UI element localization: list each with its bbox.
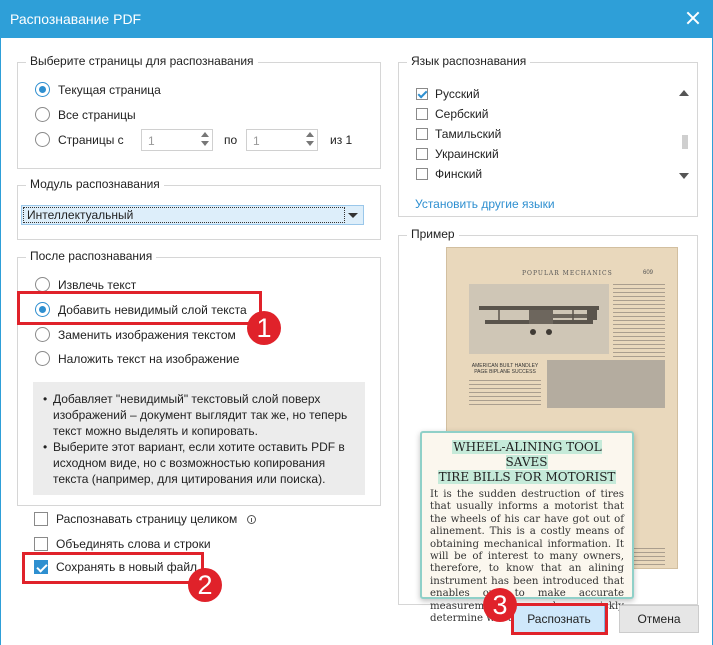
pages-group: Выберите страницы для распознавания Теку… (17, 54, 381, 169)
current-page-option[interactable]: Текущая страница (35, 82, 161, 97)
whole-page-option[interactable]: Распознавать страницу целиком (34, 512, 257, 526)
language-item-tamil[interactable]: Тамильский (416, 127, 501, 141)
page-number: 609 (643, 270, 654, 276)
merge-words-checkbox[interactable] (34, 537, 48, 551)
description-item: Добавляет "невидимый" текстовый слой пов… (43, 391, 355, 439)
install-languages-link[interactable]: Установить другие языки (415, 197, 555, 211)
window-title: Распознавание PDF (10, 11, 142, 27)
extract-text-option[interactable]: Извлечь текст (35, 277, 136, 292)
magnified-text-preview: WHEEL-ALINING TOOL SAVES TIRE BILLS FOR … (420, 431, 634, 624)
cancel-button[interactable]: Отмена (619, 605, 699, 633)
page-range-label: Страницы с (58, 132, 124, 147)
all-pages-option[interactable]: Все страницы (35, 107, 136, 122)
annotation-badge-3: 3 (483, 588, 517, 622)
all-pages-label: Все страницы (58, 107, 136, 122)
overlay-text-label: Наложить текст на изображение (58, 351, 240, 366)
info-icon[interactable] (247, 514, 257, 524)
dialog-body: Выберите страницы для распознавания Теку… (0, 38, 713, 645)
overlay-text-radio[interactable] (35, 351, 50, 366)
page-to-value: 1 (253, 134, 260, 148)
example-legend: Пример (407, 227, 459, 241)
language-checkbox[interactable] (416, 128, 428, 140)
language-label: Русский (435, 87, 480, 101)
running-head: POPULAR MECHANICS (522, 270, 613, 277)
language-checkbox[interactable] (416, 148, 428, 160)
module-legend: Модуль распознавания (26, 177, 164, 191)
whole-page-label: Распознавать страницу целиком (56, 512, 238, 526)
replace-images-label: Заменить изображения текстом (58, 327, 236, 342)
module-select[interactable]: Интеллектуальный (21, 205, 364, 225)
after-legend: После распознавания (26, 249, 157, 263)
page-from-value: 1 (148, 134, 155, 148)
zoom-heading-line-1: WHEEL-ALINING TOOL SAVES (452, 440, 602, 469)
language-item-ukrainian[interactable]: Украинский (416, 147, 499, 161)
invisible-layer-label: Добавить невидимый слой текста (58, 302, 247, 317)
all-pages-radio[interactable] (35, 107, 50, 122)
stepper-down-icon[interactable] (201, 141, 209, 146)
description-box: Добавляет "невидимый" текстовый слой пов… (33, 382, 365, 495)
language-label: Украинский (435, 147, 499, 161)
zoom-heading-line-2: TIRE BILLS FOR MOTORIST (437, 470, 617, 484)
replace-images-radio[interactable] (35, 327, 50, 342)
close-icon[interactable] (683, 8, 703, 28)
biplane-icon (479, 306, 599, 335)
text-column (613, 284, 665, 364)
annotation-badge-1: 1 (247, 311, 281, 345)
stepper-up-icon[interactable] (201, 132, 209, 137)
chevron-down-icon[interactable] (348, 213, 358, 218)
save-new-file-option[interactable]: Сохранять в новый файл (34, 560, 197, 574)
scrollbar-thumb[interactable] (682, 135, 688, 149)
page-total-label: из 1 (330, 133, 353, 147)
save-new-file-checkbox[interactable] (34, 560, 48, 574)
language-label: Финский (435, 167, 483, 181)
replace-images-option[interactable]: Заменить изображения текстом (35, 327, 236, 342)
language-group: Язык распознавания Русский Сербский Тами… (398, 54, 698, 217)
language-label: Тамильский (435, 127, 502, 141)
page-to-label: по (224, 133, 238, 147)
language-item-russian[interactable]: Русский (416, 87, 480, 101)
aircraft-photo (547, 360, 665, 408)
page-to-stepper[interactable]: 1 (246, 129, 318, 151)
extract-text-label: Извлечь текст (58, 277, 137, 292)
language-legend: Язык распознавания (407, 54, 531, 68)
stepper-up-icon[interactable] (306, 132, 314, 137)
title-bar: Распознавание PDF (0, 0, 713, 38)
text-column (469, 380, 541, 408)
scroll-up-icon[interactable] (679, 90, 689, 96)
language-item-finnish[interactable]: Финский (416, 167, 482, 181)
save-new-file-label: Сохранять в новый файл (56, 560, 198, 574)
current-page-radio[interactable] (35, 82, 50, 97)
merge-words-option[interactable]: Объединять слова и строки (34, 537, 211, 551)
page-range-radio[interactable] (35, 132, 50, 147)
module-select-value: Интеллектуальный (23, 207, 345, 223)
invisible-layer-radio[interactable] (35, 302, 50, 317)
annotation-badge-2: 2 (188, 568, 222, 602)
extract-text-radio[interactable] (35, 277, 50, 292)
overlay-text-option[interactable]: Наложить текст на изображение (35, 351, 239, 366)
whole-page-checkbox[interactable] (34, 512, 48, 526)
page-range-option[interactable]: Страницы с (35, 132, 124, 147)
language-checkbox[interactable] (416, 168, 428, 180)
language-checkbox[interactable] (416, 88, 428, 100)
photo-caption: AMERICAN BUILT HANDLEY PAGE BIPLANE SUCC… (471, 363, 539, 375)
biplane-photo (469, 284, 609, 354)
recognize-button[interactable]: Распознать (513, 605, 605, 633)
language-checkbox[interactable] (416, 108, 428, 120)
pages-legend: Выберите страницы для распознавания (26, 54, 258, 68)
current-page-label: Текущая страница (58, 82, 161, 97)
page-from-stepper[interactable]: 1 (141, 129, 213, 151)
language-label: Сербский (435, 107, 489, 121)
stepper-down-icon[interactable] (306, 141, 314, 146)
invisible-layer-option[interactable]: Добавить невидимый слой текста (35, 302, 247, 317)
language-item-serbian[interactable]: Сербский (416, 107, 488, 121)
merge-words-label: Объединять слова и строки (56, 537, 211, 551)
description-item: Выберите этот вариант, если хотите остав… (43, 439, 355, 487)
scroll-down-icon[interactable] (679, 173, 689, 179)
